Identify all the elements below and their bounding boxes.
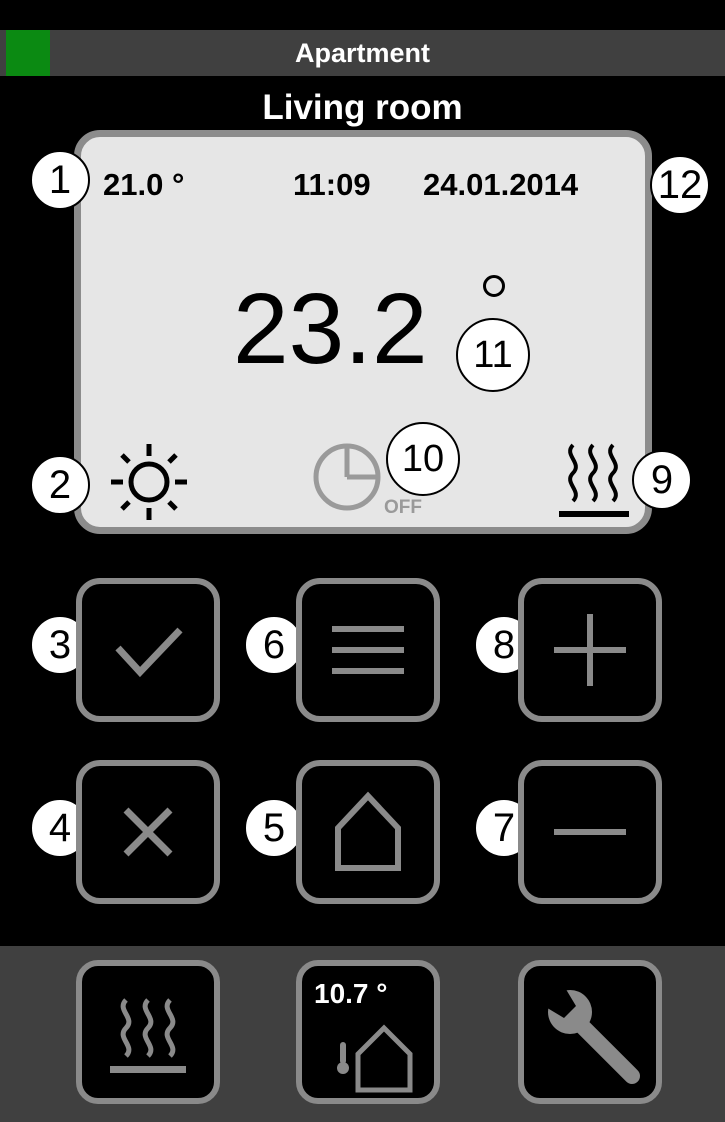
settings-button[interactable] [518, 960, 662, 1104]
setpoint-temperature: 21.0 ° [103, 167, 185, 202]
timer-status: OFF [384, 497, 422, 518]
increase-button[interactable] [518, 578, 662, 722]
minus-icon [554, 829, 626, 835]
heating-icon [559, 443, 629, 517]
outdoor-temperature-button[interactable]: 10.7 ° [296, 960, 440, 1104]
confirm-button[interactable] [76, 578, 220, 722]
callout-2: 2 [30, 455, 90, 515]
home-button[interactable] [296, 760, 440, 904]
callout-6: 6 [244, 615, 304, 675]
menu-icon [332, 626, 404, 674]
room-title: Living room [262, 88, 463, 127]
callout-10: 10 [386, 422, 460, 496]
date: 24.01.2014 [423, 167, 579, 202]
wrench-icon [544, 986, 640, 1084]
clock: 11:09 [293, 167, 371, 202]
callout-9: 9 [632, 450, 692, 510]
menu-button[interactable] [296, 578, 440, 722]
home-icon [335, 791, 401, 871]
cancel-button[interactable] [76, 760, 220, 904]
current-temperature: 23.2 [233, 273, 428, 385]
callout-5: 5 [244, 798, 304, 858]
degree-symbol [483, 275, 505, 297]
clock-off-icon [313, 443, 381, 511]
footer-bar: 10.7 ° [0, 946, 725, 1122]
check-icon [115, 627, 183, 678]
thermometer-house-icon [337, 1024, 413, 1093]
callout-12: 12 [650, 155, 710, 215]
callout-11: 11 [456, 318, 530, 392]
heating-mode-button[interactable] [76, 960, 220, 1104]
close-icon [123, 807, 173, 857]
thermostat-display: 21.0 ° 11:09 24.01.2014 23.2 OFF [74, 130, 652, 534]
plus-icon [554, 614, 626, 686]
decrease-button[interactable] [518, 760, 662, 904]
heating-icon [110, 998, 186, 1073]
header-title: Apartment [294, 38, 430, 68]
sun-icon [111, 444, 187, 520]
header-bar: Apartment [0, 30, 725, 76]
callout-1: 1 [30, 150, 90, 210]
